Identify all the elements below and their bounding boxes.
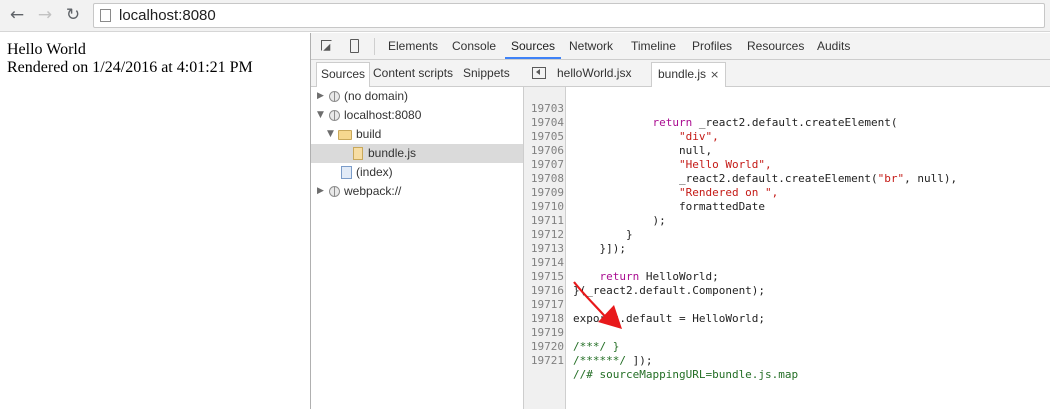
- devtools-tabbar: Elements Console Sources Network Timelin…: [311, 33, 1050, 60]
- editor-tab-helloworld[interactable]: helloWorld.jsx: [557, 60, 631, 86]
- toolbar-divider: [374, 38, 375, 55]
- tree-item-label: (no domain): [344, 89, 409, 103]
- tree-item-bundle-js[interactable]: bundle.js: [311, 144, 523, 163]
- code-text: //# sourceMappingURL=bundle.js.map: [573, 368, 799, 381]
- tab-elements[interactable]: Elements: [388, 33, 438, 60]
- tab-console[interactable]: Console: [452, 33, 496, 60]
- code-line: 19716: [524, 270, 1050, 297]
- navigator-tab-sources[interactable]: Sources: [316, 62, 371, 87]
- tree-item-label: bundle.js: [368, 146, 417, 160]
- tab-audits[interactable]: Audits: [817, 33, 850, 60]
- collapsed-triangle-icon[interactable]: ▶: [317, 182, 324, 201]
- reload-icon[interactable]: ↻: [62, 4, 84, 26]
- tree-item-no-domain[interactable]: ▶ (no domain): [311, 87, 523, 106]
- editor-tabbar: helloWorld.jsx bundle.js ×: [524, 60, 1050, 87]
- line-number: 19721: [530, 354, 564, 367]
- close-icon[interactable]: ×: [710, 68, 719, 81]
- code-line: 19711 }: [524, 200, 1050, 241]
- expanded-triangle-icon[interactable]: ▼: [327, 125, 334, 144]
- code-line: 19703 return _react2.default.createEleme…: [524, 88, 1050, 129]
- url-text[interactable]: localhost:8080: [119, 7, 216, 24]
- code-line: 19719 /***/ }: [524, 312, 1050, 353]
- code-line: 19708 "Rendered on ",: [524, 158, 1050, 199]
- editor-tab-bundle[interactable]: bundle.js ×: [651, 62, 727, 87]
- html-file-icon: [341, 166, 352, 179]
- device-mode-icon[interactable]: [350, 39, 359, 53]
- devtools-panel: Elements Console Sources Network Timelin…: [310, 33, 1050, 409]
- address-bar[interactable]: localhost:8080: [93, 3, 1045, 28]
- code-line: 19705 null,: [524, 116, 1050, 157]
- code-line: 19712 }]);: [524, 214, 1050, 255]
- expanded-triangle-icon[interactable]: ▼: [317, 106, 324, 125]
- tree-item-label: build: [356, 127, 382, 141]
- code-line: 19706 "Hello World",: [524, 130, 1050, 171]
- code-line: 19713: [524, 228, 1050, 255]
- globe-icon: [329, 91, 340, 102]
- page-viewport: Hello World Rendered on 1/24/2016 at 4:0…: [0, 33, 310, 409]
- code-line: 19718: [524, 298, 1050, 325]
- forward-arrow-icon[interactable]: →: [34, 4, 56, 26]
- globe-icon: [329, 110, 340, 121]
- editor-tab-label: bundle.js: [658, 67, 707, 81]
- code-line: 19710 );: [524, 186, 1050, 227]
- code-line: 19714 return HelloWorld;: [524, 242, 1050, 283]
- code-line: 19717 exports.default = HelloWorld;: [524, 284, 1050, 325]
- tab-timeline[interactable]: Timeline: [631, 33, 676, 60]
- folder-icon: [338, 130, 352, 140]
- hello-text: Hello World: [7, 41, 86, 58]
- code-text: /******/ ]);: [573, 354, 653, 367]
- code-line: 19704 "div",: [524, 102, 1050, 143]
- page-icon: [100, 9, 111, 22]
- rendered-text: Rendered on 1/24/2016 at 4:01:21 PM: [7, 59, 253, 76]
- tree-item-localhost[interactable]: ▼ localhost:8080: [311, 106, 523, 125]
- tree-item-label: localhost:8080: [344, 108, 422, 122]
- code-line: 19707 _react2.default.createElement("br"…: [524, 144, 1050, 185]
- collapsed-triangle-icon[interactable]: ▶: [317, 87, 324, 106]
- tree-item-webpack[interactable]: ▶ webpack://: [311, 182, 523, 201]
- back-arrow-icon[interactable]: ←: [6, 4, 28, 26]
- code-line: 19709 formattedDate: [524, 172, 1050, 213]
- navigator-tab-snippets[interactable]: Snippets: [463, 60, 510, 86]
- active-tab-underline: [505, 57, 561, 59]
- tree-item-build[interactable]: ▼ build: [311, 125, 523, 144]
- toggle-navigator-icon[interactable]: [532, 67, 546, 79]
- browser-toolbar: ← → ↻ localhost:8080: [0, 0, 1050, 32]
- code-line: 19715 }(_react2.default.Component);: [524, 256, 1050, 297]
- tree-item-index[interactable]: (index): [311, 163, 523, 182]
- sources-navigator: Sources Content scripts Snippets ▶ (no d…: [311, 60, 524, 409]
- tree-item-label: (index): [356, 165, 393, 179]
- code-line: 19720 /******/ ]);: [524, 326, 1050, 367]
- code-editor[interactable]: 19703 return _react2.default.createEleme…: [524, 87, 1050, 409]
- code-line: 19721 //# sourceMappingURL=bundle.js.map: [524, 340, 1050, 381]
- tab-resources[interactable]: Resources: [747, 33, 804, 60]
- navigator-tab-content-scripts[interactable]: Content scripts: [373, 60, 453, 86]
- tab-network[interactable]: Network: [569, 33, 613, 60]
- globe-icon: [329, 186, 340, 197]
- navigator-tabbar: Sources Content scripts Snippets: [311, 60, 524, 87]
- tab-profiles[interactable]: Profiles: [692, 33, 732, 60]
- tree-item-label: webpack://: [344, 184, 402, 198]
- tab-sources[interactable]: Sources: [511, 33, 555, 60]
- js-file-icon: [353, 147, 363, 160]
